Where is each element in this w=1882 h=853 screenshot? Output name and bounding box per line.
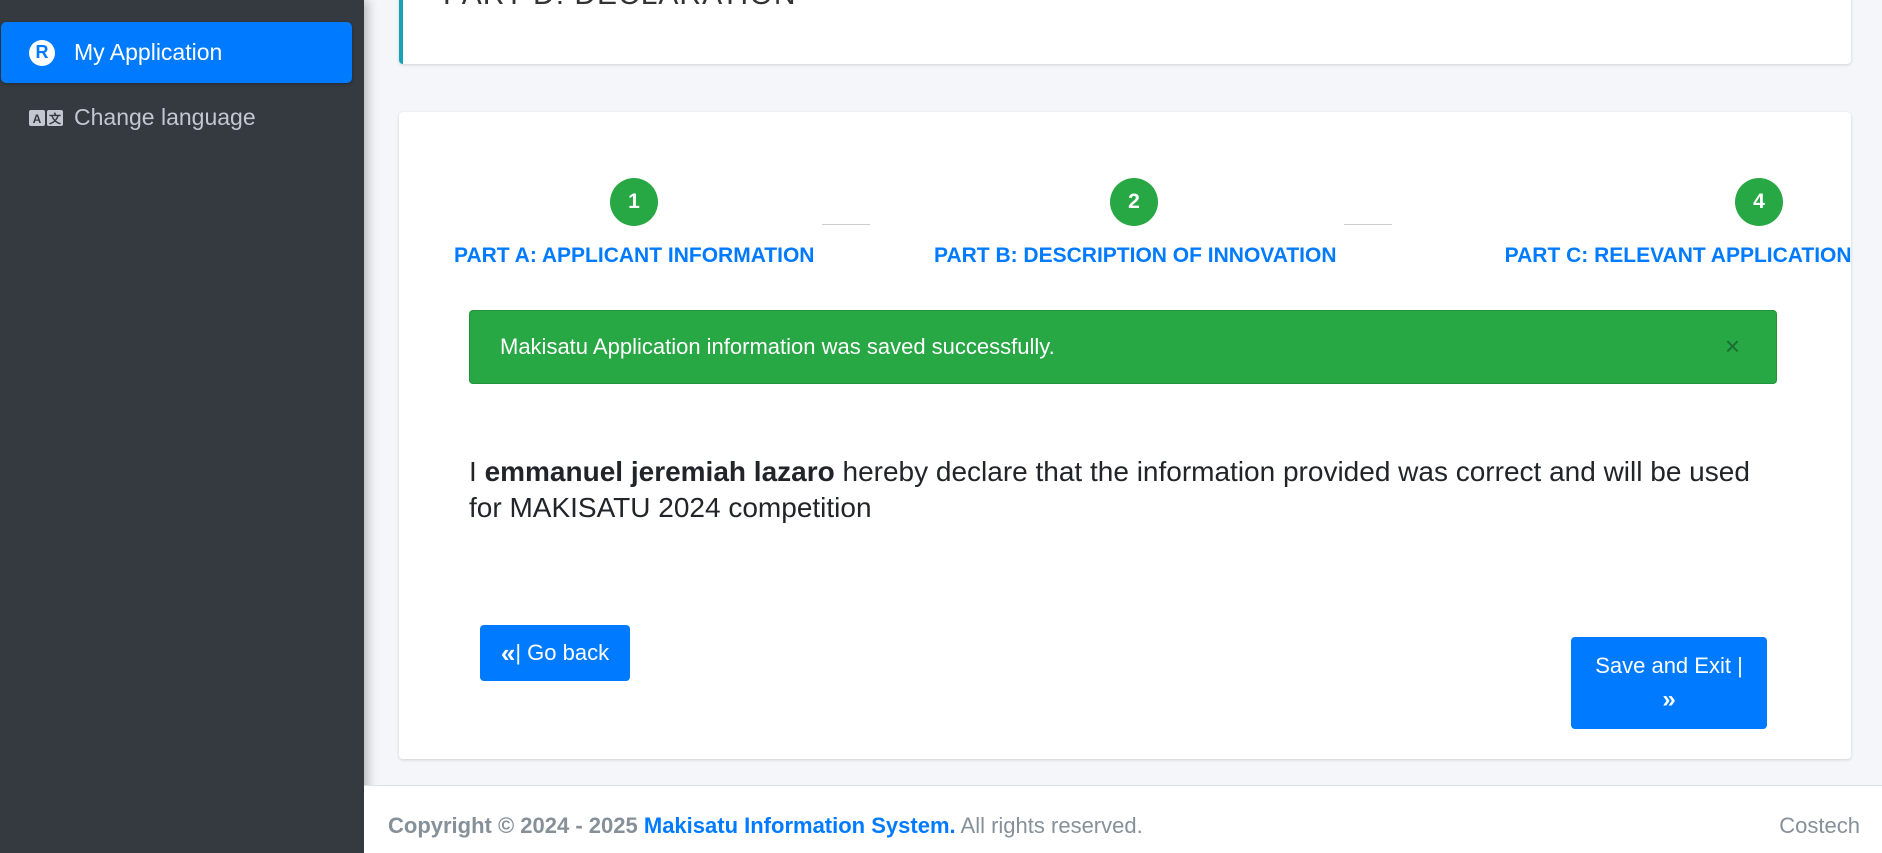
alert-message: Makisatu Application information was sav… bbox=[500, 334, 1055, 359]
declaration-text: I emmanuel jeremiah lazaro hereby declar… bbox=[469, 454, 1789, 526]
step-label: PART A: APPLICANT INFORMATION bbox=[454, 244, 815, 267]
close-icon[interactable]: × bbox=[1725, 333, 1740, 359]
step-number: 4 bbox=[1735, 178, 1783, 226]
sidebar-item-change-language[interactable]: A 文 Change language bbox=[1, 87, 352, 148]
step-connector bbox=[822, 224, 870, 225]
double-chevron-right-icon: » bbox=[1662, 686, 1676, 713]
go-back-button[interactable]: « | Go back bbox=[480, 625, 630, 681]
step-label: PART C: RELEVANT APPLICATION ATTACHMENTS bbox=[1504, 244, 1851, 267]
rights-text: All rights reserved. bbox=[960, 813, 1143, 838]
svg-text:文: 文 bbox=[49, 111, 62, 126]
step-part-a[interactable]: 1 PART A: APPLICANT INFORMATION bbox=[454, 178, 814, 268]
sidebar-item-my-application[interactable]: R My Application bbox=[1, 22, 352, 83]
step-part-b[interactable]: 2 PART B: DESCRIPTION OF INNOVATION bbox=[934, 178, 1337, 268]
section-header-card: PART D: DECLARATION bbox=[399, 0, 1851, 64]
main-content: PART D: DECLARATION 1 PART A: APPLICANT … bbox=[364, 0, 1882, 853]
declaration-prefix: I bbox=[469, 456, 477, 487]
footer-right-text: Costech bbox=[1779, 813, 1860, 838]
save-and-exit-label: Save and Exit | bbox=[1595, 653, 1743, 678]
success-alert: Makisatu Application information was sav… bbox=[469, 310, 1777, 384]
double-chevron-left-icon: « bbox=[500, 637, 516, 668]
footer-copyright: Copyright © 2024 - 2025 Makisatu Informa… bbox=[388, 813, 1143, 839]
declaration-card: 1 PART A: APPLICANT INFORMATION 2 PART B… bbox=[399, 112, 1851, 759]
step-connector bbox=[1344, 224, 1392, 225]
step-number: 1 bbox=[610, 178, 658, 226]
footer: Copyright © 2024 - 2025 Makisatu Informa… bbox=[364, 785, 1882, 853]
footer-brand-link[interactable]: Makisatu Information System. bbox=[644, 813, 956, 838]
sidebar-item-label: My Application bbox=[74, 39, 223, 65]
go-back-label: | Go back bbox=[515, 640, 610, 665]
step-label: PART B: DESCRIPTION OF INNOVATION bbox=[934, 244, 1337, 267]
registered-icon: R bbox=[29, 39, 73, 66]
translate-icon: A 文 bbox=[29, 109, 73, 127]
step-number: 2 bbox=[1110, 178, 1158, 226]
save-and-exit-button[interactable]: Save and Exit | » bbox=[1571, 637, 1767, 729]
svg-text:A: A bbox=[33, 112, 42, 126]
section-title: PART D: DECLARATION bbox=[443, 0, 797, 12]
copyright-text: Copyright © 2024 - 2025 bbox=[388, 813, 638, 838]
applicant-name: emmanuel jeremiah lazaro bbox=[484, 456, 835, 487]
sidebar-item-label: Change language bbox=[74, 104, 256, 130]
sidebar: R My Application A 文 Change language bbox=[0, 0, 364, 853]
step-part-c[interactable]: 4 PART C: RELEVANT APPLICATION ATTACHMEN… bbox=[1499, 178, 1851, 268]
